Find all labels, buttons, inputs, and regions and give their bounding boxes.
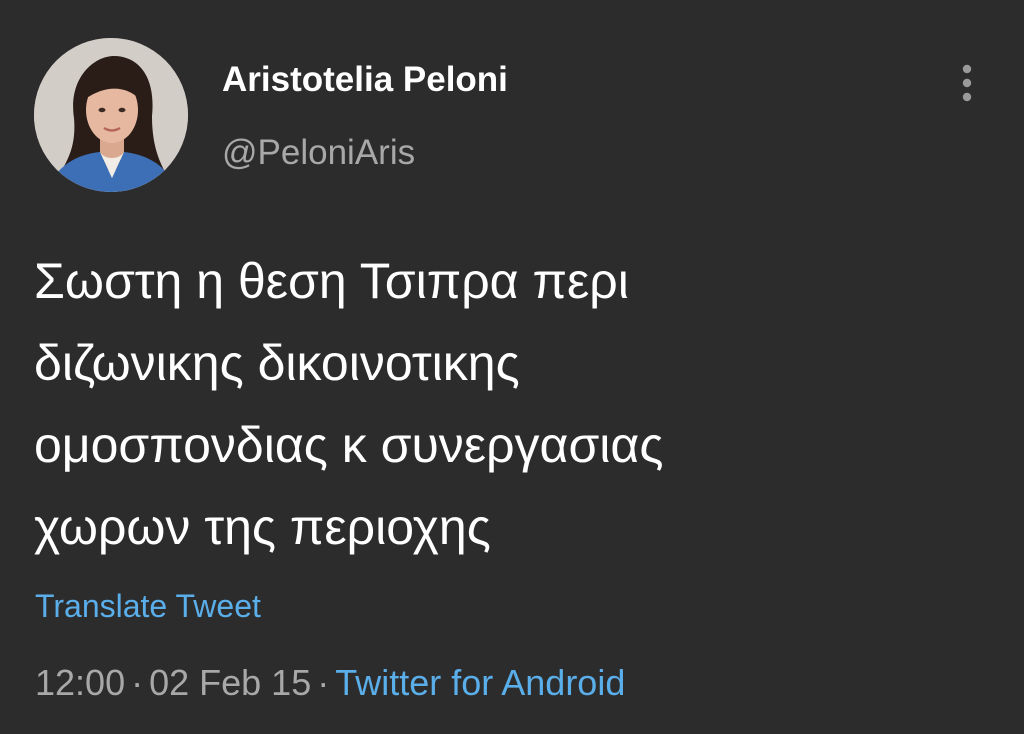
author-handle[interactable]: @PeloniAris [222, 133, 415, 173]
tweet-text-line: Σωστη η θεση Τσιπρα περι [34, 253, 629, 309]
tweet-text-line: χωρων της περιοχης [34, 499, 491, 555]
tweet-date[interactable]: 02 Feb 15 [149, 662, 311, 703]
tweet: Aristotelia Peloni @PeloniAris Σωστη η θ… [0, 0, 1024, 734]
avatar[interactable] [34, 38, 188, 192]
more-vertical-icon [962, 64, 972, 102]
tweet-meta: 12:00 · 02 Feb 15 · Twitter for Android [35, 662, 625, 704]
more-options-button[interactable] [950, 62, 984, 106]
author-display-name[interactable]: Aristotelia Peloni [222, 60, 508, 100]
tweet-source-link[interactable]: Twitter for Android [335, 662, 625, 703]
meta-separator: · [131, 662, 144, 703]
tweet-text: Σωστη η θεση Τσιπρα περι διζωνικης δικοι… [34, 240, 994, 568]
tweet-time[interactable]: 12:00 [35, 662, 125, 703]
tweet-text-line: διζωνικης δικοινοτικης [34, 335, 520, 391]
profile-photo [34, 38, 188, 192]
translate-tweet-link[interactable]: Translate Tweet [35, 588, 261, 625]
tweet-text-line: ομοσπονδιας κ συνεργασιας [34, 417, 664, 473]
meta-separator: · [317, 662, 330, 703]
